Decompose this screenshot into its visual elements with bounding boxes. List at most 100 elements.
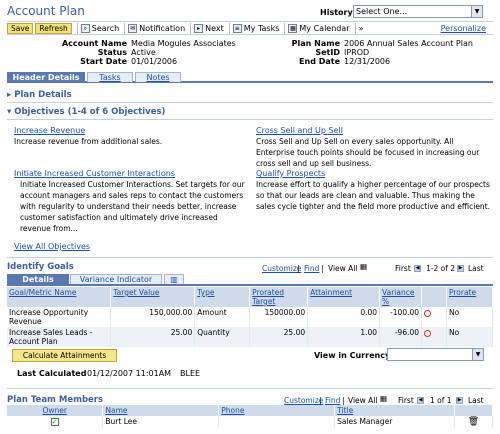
tab-notes[interactable]: Notes bbox=[135, 72, 181, 82]
objective-description: Cross Sell and Up Sell on every sales op… bbox=[256, 137, 480, 168]
objective-link[interactable]: Qualify Prospects bbox=[256, 169, 325, 178]
objectives-section[interactable]: ▾ Objectives (1-4 of 6 Objectives) bbox=[7, 107, 165, 117]
separator: | bbox=[319, 396, 322, 405]
col-title[interactable]: Title bbox=[334, 405, 455, 416]
more-button[interactable]: » bbox=[359, 24, 364, 33]
search-button[interactable]: ⌕ Search bbox=[80, 23, 120, 33]
col-owner[interactable]: Owner bbox=[7, 405, 104, 416]
objective-link[interactable]: Cross Sell and Up Sell bbox=[256, 126, 343, 135]
divider bbox=[7, 388, 493, 389]
prorated-target: 25.00 bbox=[249, 327, 309, 347]
my-tasks-button[interactable]: ≡ My Tasks bbox=[232, 23, 280, 33]
col-variance[interactable]: Variance % bbox=[379, 287, 423, 307]
last-calculated-value: 01/12/2007 11:01AM bbox=[87, 369, 172, 378]
tab-notes-label: Notes bbox=[146, 73, 170, 82]
goals-range: 1-2 of 2 bbox=[426, 264, 456, 273]
my-calendar-label: My Calendar bbox=[299, 23, 350, 33]
next-label: Next bbox=[205, 23, 224, 33]
history-select[interactable]: Select One... ▼ bbox=[353, 5, 483, 18]
owner-cell: ✓ bbox=[7, 416, 104, 428]
my-calendar-button[interactable]: ▦ My Calendar bbox=[288, 23, 350, 33]
toolbar-divider bbox=[124, 22, 126, 34]
objective-description: Increase revenue from additional sales. bbox=[14, 137, 163, 146]
col-name[interactable]: Name bbox=[102, 405, 220, 416]
col-phone[interactable]: Phone bbox=[218, 405, 336, 416]
setid-label: SetID bbox=[315, 48, 340, 57]
calculate-attainments-button[interactable]: Calculate Attainments bbox=[12, 349, 117, 362]
tab-header-details[interactable]: Header Details bbox=[7, 72, 85, 82]
grid-download-icon[interactable]: ▦ bbox=[380, 394, 387, 403]
my-tasks-label: My Tasks bbox=[243, 23, 280, 33]
tab-tasks[interactable]: Tasks bbox=[87, 72, 133, 82]
tab-variance-indicator[interactable]: Variance Indicator bbox=[70, 274, 162, 284]
team-prev-icon[interactable]: ◀ bbox=[417, 395, 424, 404]
tab-goal-details[interactable]: Details bbox=[7, 274, 69, 284]
currency-select[interactable]: ▼ bbox=[387, 348, 484, 361]
owner-checkbox[interactable]: ✓ bbox=[50, 418, 59, 426]
history-label: History bbox=[320, 8, 353, 17]
history-select-value: Select One... bbox=[356, 7, 408, 16]
col-actions bbox=[454, 405, 494, 416]
notification-label: Notification bbox=[139, 23, 186, 33]
objectives-title: Objectives (1-4 of 6 Objectives) bbox=[14, 107, 166, 117]
refresh-button[interactable]: Refresh bbox=[35, 22, 72, 34]
goals-prev-icon[interactable]: ◀ bbox=[414, 263, 421, 272]
show-all-columns-icon[interactable]: ▥ bbox=[164, 274, 184, 284]
attainment: 0.00 bbox=[307, 307, 381, 327]
account-name-label: Account Name bbox=[61, 39, 127, 48]
team-table: Owner Name Phone Title ✓ Burt Lee Sales … bbox=[7, 405, 494, 428]
notification-button[interactable]: ✉ Notification bbox=[128, 23, 186, 33]
goals-last-label: Last bbox=[468, 264, 484, 273]
col-prorated-target[interactable]: Prorated Target bbox=[249, 287, 309, 307]
col-goal-name[interactable]: Goal/Metric Name bbox=[7, 287, 112, 307]
goals-view-all-link[interactable]: View All bbox=[328, 264, 357, 273]
plan-details-section[interactable]: ▸ Plan Details bbox=[7, 90, 72, 100]
grid-download-icon[interactable]: ▦ bbox=[360, 262, 367, 271]
prorate: No bbox=[446, 327, 494, 347]
col-attainment[interactable]: Attainment bbox=[307, 287, 381, 307]
save-button[interactable]: Save bbox=[7, 22, 34, 34]
notification-icon: ✉ bbox=[128, 23, 138, 33]
table-row: Increase Sales Leads - Account Plan 25.0… bbox=[7, 327, 494, 347]
table-row: ✓ Burt Lee Sales Manager 🗑 bbox=[7, 416, 494, 428]
objective-link[interactable]: Initiate Increased Customer Interactions bbox=[14, 169, 175, 178]
member-phone bbox=[218, 416, 336, 428]
view-all-objectives-link[interactable]: View All Objectives bbox=[14, 242, 90, 251]
toolbar-divider bbox=[228, 22, 230, 34]
member-title: Sales Manager bbox=[334, 416, 455, 428]
start-date-value: 01/01/2006 bbox=[131, 57, 178, 66]
goals-customize-link[interactable]: Customize bbox=[262, 264, 301, 273]
col-target-value[interactable]: Target Value bbox=[110, 287, 196, 307]
end-date-label: End Date bbox=[299, 57, 340, 66]
team-first-label: First bbox=[398, 396, 414, 405]
team-last-label: Last bbox=[468, 396, 484, 405]
search-label: Search bbox=[91, 23, 120, 33]
toolbar-divider bbox=[76, 22, 78, 34]
personalize-link[interactable]: Personalize bbox=[441, 24, 486, 33]
team-view-all-link[interactable]: View All bbox=[348, 396, 377, 405]
expand-triangle-icon: ▸ bbox=[7, 90, 12, 100]
separator: | bbox=[321, 264, 324, 273]
goals-find-link[interactable]: Find bbox=[304, 264, 319, 273]
chevron-down-icon: ▼ bbox=[471, 6, 482, 17]
toolbar-divider bbox=[354, 22, 356, 34]
team-find-link[interactable]: Find bbox=[325, 396, 340, 405]
col-prorate[interactable]: Prorate bbox=[446, 287, 494, 307]
variance: -96.00 bbox=[379, 327, 423, 347]
divider bbox=[7, 119, 493, 120]
next-button[interactable]: ▸ Next bbox=[194, 23, 224, 33]
trash-icon[interactable]: 🗑 bbox=[468, 417, 479, 427]
plan-details-title: Plan Details bbox=[14, 90, 72, 100]
col-type[interactable]: Type bbox=[194, 287, 251, 307]
objective-link[interactable]: Increase Revenue bbox=[14, 126, 85, 135]
goal-type: Amount bbox=[194, 307, 251, 327]
variance-indicator-cell bbox=[421, 307, 447, 327]
team-customize-link[interactable]: Customize bbox=[284, 396, 323, 405]
page-title: Account Plan bbox=[7, 4, 85, 18]
variance: -100.00 bbox=[379, 307, 423, 327]
goal-type: Quantity bbox=[194, 327, 251, 347]
team-next-icon[interactable]: ▶ bbox=[456, 395, 463, 404]
objective-description: Initiate Increased Customer Interactions… bbox=[20, 180, 245, 233]
goals-next-icon[interactable]: ▶ bbox=[457, 263, 464, 272]
tab-tasks-label: Tasks bbox=[99, 73, 121, 82]
